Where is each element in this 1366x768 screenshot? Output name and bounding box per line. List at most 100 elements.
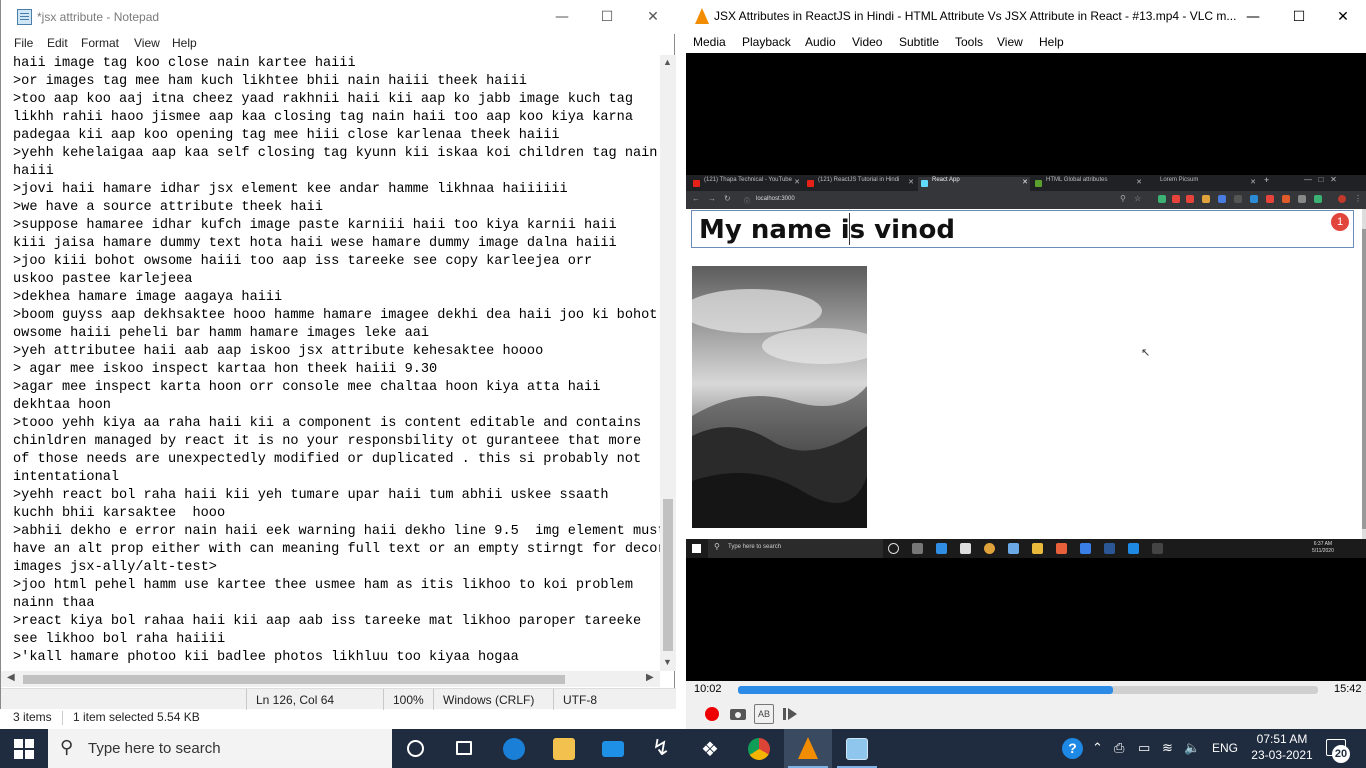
taskbar-search-box[interactable]: ⚲ Type here to search — [48, 729, 392, 768]
close-button[interactable]: ✕ — [1320, 0, 1366, 34]
frame-step-button[interactable] — [780, 704, 800, 724]
seek-progress — [738, 686, 1114, 694]
taskbar-file-explorer[interactable] — [540, 729, 588, 768]
task-view-button[interactable] — [440, 729, 488, 768]
menu-video[interactable]: Video — [852, 35, 882, 49]
menu-edit[interactable]: Edit — [47, 36, 68, 50]
system-tray: ? ⌃ ⎙ ▭ ≋ 🔈 ENG 07:51 AM 23-03-2021 20 — [1060, 729, 1366, 768]
vlc-title-bar[interactable]: JSX Attributes in ReactJS in Hindi - HTM… — [686, 0, 1366, 33]
lightning-icon: ↯ — [651, 736, 671, 761]
divider — [62, 711, 63, 725]
vertical-scrollbar[interactable]: ▲ ▼ — [660, 55, 676, 671]
maximize-button[interactable]: ☐ — [584, 0, 630, 34]
menu-subtitle[interactable]: Subtitle — [899, 35, 939, 49]
terminal-icon — [1152, 543, 1163, 554]
video-area[interactable]: (121) Thapa Technical - YouTube ✕ (121) … — [686, 53, 1366, 681]
snapshot-button[interactable] — [728, 704, 748, 724]
menu-audio[interactable]: Audio — [805, 35, 836, 49]
browser-tab-lorem-picsum: Lorem Picsum ✕ — [1160, 177, 1256, 186]
loop-ab-button[interactable]: AB — [754, 704, 774, 724]
text-line: uskoo pastee karlejeea — [13, 272, 193, 287]
bookmark-star-icon: ☆ — [1134, 194, 1142, 203]
menu-format[interactable]: Format — [81, 36, 119, 50]
cortana-icon — [888, 543, 899, 554]
language-indicator[interactable]: ENG — [1212, 741, 1238, 755]
maximize-button[interactable]: ☐ — [1276, 0, 1322, 34]
taskbar-app[interactable]: ↯ — [637, 729, 685, 768]
menu-tools[interactable]: Tools — [955, 35, 983, 49]
play-triangle — [788, 708, 797, 720]
text-line: dekhtaa hoon — [13, 398, 111, 413]
text-line: >react kiya bol rahaa haii kii aap aab i… — [13, 614, 642, 629]
scroll-left-icon[interactable]: ◀ — [7, 672, 15, 683]
divider — [383, 689, 384, 710]
notepad-window: *jsx attribute - Notepad — ☐ ✕ File Edit… — [0, 0, 676, 710]
menu-view[interactable]: View — [997, 35, 1023, 49]
horizontal-scrollbar[interactable]: ◀ ▶ — [1, 671, 660, 687]
menu-playback[interactable]: Playback — [742, 35, 791, 49]
extension-icon — [1202, 195, 1210, 203]
explorer-selection-info: 1 item selected 5.54 KB — [73, 710, 200, 724]
taskbar-chrome[interactable] — [735, 729, 783, 768]
page-heading: My name is vinod — [699, 215, 955, 245]
network-device-icon[interactable]: ⎙ — [1114, 741, 1124, 756]
taskbar-vlc[interactable] — [784, 729, 832, 768]
notepad-title-bar[interactable]: *jsx attribute - Notepad — ☐ ✕ — [1, 0, 676, 34]
menu-media[interactable]: Media — [693, 35, 726, 49]
cortana-button[interactable] — [392, 729, 440, 768]
seek-slider[interactable] — [738, 686, 1318, 694]
volume-icon[interactable]: 🔈 — [1184, 741, 1200, 756]
text-line: chinldren managed by react it is no your… — [13, 434, 642, 449]
mouse-pointer-icon: ↖ — [1141, 346, 1151, 359]
text-line: owsome haiii peheli bar hamm hamare imag… — [13, 326, 430, 341]
wifi-icon[interactable]: ≋ — [1162, 741, 1173, 756]
total-time: 15:42 — [1334, 683, 1362, 695]
menu-view[interactable]: View — [134, 36, 160, 50]
help-icon[interactable]: ? — [1062, 738, 1083, 759]
zoom-level: 100% — [393, 693, 424, 707]
menu-help[interactable]: Help — [172, 36, 197, 50]
close-button[interactable]: ✕ — [630, 0, 676, 34]
browser-tab-strip: (121) Thapa Technical - YouTube ✕ (121) … — [686, 175, 1366, 191]
vlc-menu-bar: Media Playback Audio Video Subtitle Tool… — [686, 33, 1366, 53]
scroll-up-icon[interactable]: ▲ — [663, 57, 672, 67]
menu-file[interactable]: File — [14, 36, 33, 50]
scrollbar-thumb[interactable] — [23, 675, 565, 684]
battery-icon[interactable]: ▭ — [1138, 741, 1150, 756]
taskbar-dropbox[interactable]: ❖ — [686, 729, 734, 768]
recorded-search-box: ⚲ Type here to search — [708, 539, 883, 558]
forward-icon: → — [708, 194, 716, 203]
text-line: >jovi haii hamare idhar jsx element kee … — [13, 182, 568, 197]
taskbar-notepad[interactable] — [833, 729, 881, 768]
camera-lens — [735, 712, 741, 718]
start-button[interactable] — [14, 739, 34, 759]
scrollbar-thumb[interactable] — [663, 499, 673, 651]
notepad-text-area[interactable]: haii image tag koo close nain kartee hai… — [1, 55, 660, 671]
notepad-icon — [846, 738, 868, 760]
minimize-button[interactable]: — — [1230, 0, 1276, 34]
text-line: kuchh bhii karsaktee hooo — [13, 506, 226, 521]
minimize-button[interactable]: — — [539, 0, 585, 34]
taskbar-edge[interactable] — [490, 729, 538, 768]
text-line: >yeh attributee haii aab aap iskoo jsx a… — [13, 344, 544, 359]
text-line: >we have a source attribute theek haii — [13, 200, 323, 215]
browser-tab-html-attributes: HTML Global attributes ✕ — [1032, 177, 1144, 191]
taskbar-mail[interactable] — [589, 729, 637, 768]
clock-time[interactable]: 07:51 AM — [1250, 732, 1314, 746]
close-tab-icon: ✕ — [794, 179, 800, 186]
extension-icon — [1172, 195, 1180, 203]
record-icon — [705, 707, 719, 721]
scroll-down-icon[interactable]: ▼ — [663, 657, 672, 667]
scroll-right-icon[interactable]: ▶ — [646, 672, 654, 683]
youtube-icon — [807, 180, 814, 187]
landscape-photo — [692, 266, 867, 528]
notepad-icon — [17, 9, 32, 25]
recorded-taskbar: ⚲ Type here to search 6:37 AM 5/11/2020 — [686, 539, 1366, 558]
clock-date[interactable]: 23-03-2021 — [1250, 748, 1314, 762]
record-button[interactable] — [702, 704, 722, 724]
chevron-up-icon[interactable]: ⌃ — [1092, 741, 1103, 756]
extension-icon — [1218, 195, 1226, 203]
file-explorer-icon — [1032, 543, 1043, 554]
vlc-seek-bar: 10:02 15:42 — [686, 681, 1366, 699]
menu-help[interactable]: Help — [1039, 35, 1064, 49]
